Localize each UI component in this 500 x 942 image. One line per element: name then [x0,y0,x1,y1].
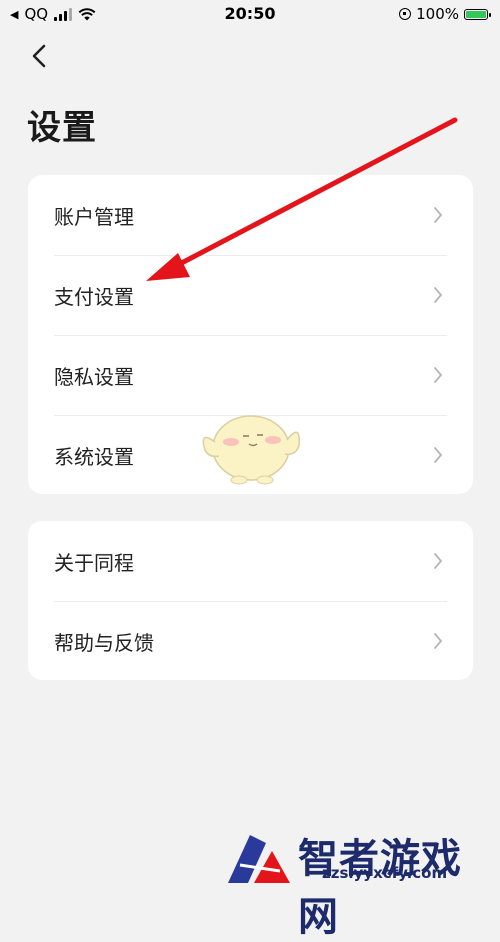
battery-percent: 100% [416,5,459,23]
chevron-right-icon [434,287,442,303]
rotation-lock-icon [399,8,412,20]
chevron-right-icon [434,633,442,649]
settings-item-help-feedback[interactable]: 帮助与反馈 [28,601,473,680]
status-right: 100% [399,5,491,23]
chevron-left-icon [32,44,46,68]
chevron-right-icon [434,447,442,463]
battery-icon [464,8,491,20]
settings-item-label: 系统设置 [54,444,134,469]
settings-item-label: 账户管理 [54,204,134,229]
settings-item-account[interactable]: 账户管理 [28,175,473,255]
back-button[interactable] [26,40,56,72]
settings-item-label: 隐私设置 [54,364,134,389]
status-bar: ◀ QQ 20:50 100% [0,0,500,30]
settings-item-label: 关于同程 [54,550,134,575]
watermark-url: zzslyyxcfy.com [322,864,448,882]
settings-group-2: 关于同程 帮助与反馈 [28,521,473,680]
settings-item-about[interactable]: 关于同程 [28,521,473,601]
settings-item-label: 支付设置 [54,284,134,309]
page-title: 设置 [27,108,97,148]
chevron-right-icon [434,367,442,383]
chevron-right-icon [434,207,442,223]
watermark-name: 智者游戏网 [298,836,462,940]
chevron-right-icon [434,553,442,569]
settings-item-payment[interactable]: 支付设置 [28,255,473,335]
mascot-sticker [202,415,300,485]
settings-item-label: 帮助与反馈 [54,630,154,655]
